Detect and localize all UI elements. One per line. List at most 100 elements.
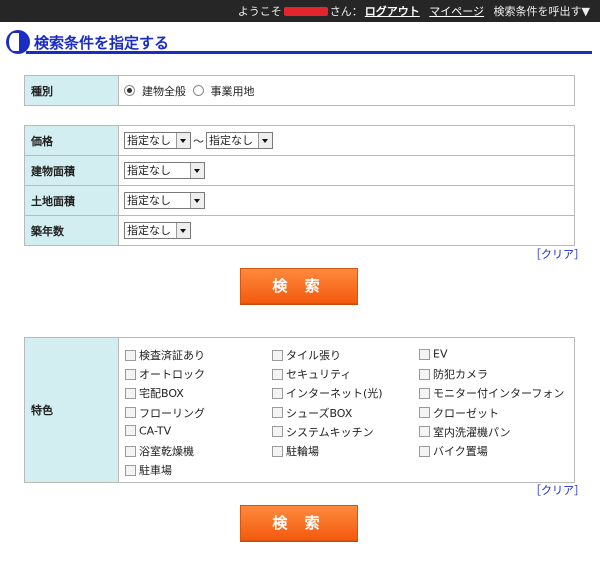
search-button-bottom[interactable]: 検 索	[240, 505, 358, 541]
feature-item[interactable]: モニター付インターフォン	[419, 385, 564, 401]
land-area-row: 土地面積 指定なし	[24, 185, 575, 216]
price-from-select[interactable]: 指定なし	[124, 132, 191, 149]
feature-item[interactable]: EV	[419, 347, 447, 361]
feature-item[interactable]: クローゼット	[419, 405, 499, 421]
feature-item[interactable]: 浴室乾燥機	[125, 443, 194, 459]
feature-checkbox[interactable]	[419, 445, 430, 457]
feature-label: セキュリティ	[286, 368, 352, 382]
type-table: 種別 建物全般 事業用地	[24, 75, 575, 106]
feature-label: 防犯カメラ	[433, 368, 488, 382]
price-to-select[interactable]: 指定なし	[206, 132, 273, 149]
chevron-down-icon	[176, 133, 190, 148]
feature-checkbox[interactable]	[272, 387, 283, 399]
building-area-row: 建物面積 指定なし	[24, 155, 575, 186]
clear-features-link[interactable]: クリア	[541, 484, 574, 497]
welcome-text: ようこそ	[237, 5, 282, 18]
clear-features: ［クリア］	[530, 482, 585, 498]
feature-checkbox[interactable]	[125, 368, 136, 380]
feature-label: 検査済証あり	[139, 349, 205, 362]
logout-link[interactable]: ログアウト	[365, 3, 420, 19]
feature-label: システムキッチン	[286, 425, 374, 439]
chevron-down-icon	[190, 193, 204, 208]
feature-item[interactable]: 駐車場	[125, 462, 172, 478]
clear-conditions: ［クリア］	[530, 246, 585, 262]
building-area-select[interactable]: 指定なし	[124, 162, 205, 179]
clear-conditions-link[interactable]: クリア	[541, 248, 574, 261]
land-area-select[interactable]: 指定なし	[124, 192, 205, 209]
feature-label: シューズBOX	[286, 406, 353, 420]
user-menu: ようこそ さん： ログアウト マイページ 検索条件を呼出す▼	[238, 3, 590, 19]
top-bar: ようこそ さん： ログアウト マイページ 検索条件を呼出す▼	[0, 0, 600, 22]
features-label: 特色	[24, 337, 119, 483]
feature-checkbox[interactable]	[419, 348, 430, 360]
chevron-down-icon	[176, 223, 190, 238]
feature-checkbox[interactable]	[125, 407, 136, 419]
feature-checkbox[interactable]	[419, 387, 430, 399]
feature-item[interactable]: タイル張り	[272, 347, 341, 363]
clear-bracket-open: ［	[530, 248, 541, 261]
search-button[interactable]: 検 索	[240, 268, 358, 304]
conditions-table: 価格 指定なし ～ 指定なし 建物面積 指定なし 土地面積 指定なし 築年数 指定な…	[24, 125, 575, 246]
feature-item[interactable]: インターネット(光)	[272, 385, 383, 401]
type-label: 種別	[24, 75, 119, 106]
feature-item[interactable]: 室内洗濯機パン	[419, 424, 511, 440]
age-row: 築年数 指定なし	[24, 215, 575, 246]
age-select[interactable]: 指定なし	[124, 222, 191, 239]
feature-checkbox[interactable]	[125, 349, 136, 361]
chevron-down-icon	[258, 133, 272, 148]
type-radio-building[interactable]	[124, 85, 135, 96]
feature-label: オートロック	[139, 368, 205, 382]
feature-checkbox[interactable]	[272, 349, 283, 361]
feature-item[interactable]: 防犯カメラ	[419, 366, 488, 382]
feature-checkbox[interactable]	[125, 387, 136, 399]
feature-item[interactable]: シューズBOX	[272, 405, 352, 421]
type-radio-building-label: 建物全般	[142, 84, 186, 98]
type-radio-business-land-label: 事業用地	[210, 84, 255, 98]
feature-item[interactable]: フローリング	[125, 405, 205, 421]
feature-item[interactable]: オートロック	[125, 366, 205, 382]
feature-checkbox[interactable]	[419, 407, 430, 419]
welcome-suffix: さん：	[329, 5, 363, 18]
feature-checkbox[interactable]	[125, 425, 136, 437]
feature-label: 駐車場	[139, 464, 172, 478]
building-area-label: 建物面積	[24, 155, 119, 186]
age-value: 指定なし	[127, 224, 171, 237]
feature-checkbox[interactable]	[272, 445, 283, 457]
recall-conditions-menu[interactable]: 検索条件を呼出す▼	[494, 3, 590, 19]
feature-label: 室内洗濯機パン	[433, 425, 511, 439]
land-area-label: 土地面積	[24, 185, 119, 216]
clear-bracket-close: ］	[574, 248, 585, 261]
feature-label: 宅配BOX	[139, 387, 184, 401]
feature-checkbox[interactable]	[272, 426, 283, 438]
feature-checkbox[interactable]	[125, 445, 136, 457]
feature-item[interactable]: 宅配BOX	[125, 385, 184, 401]
clear-bracket-open: ［	[530, 484, 541, 497]
feature-checkbox[interactable]	[125, 464, 136, 476]
feature-item[interactable]: CA-TV	[125, 424, 171, 437]
feature-label: 駐輪場	[286, 445, 319, 458]
title-bullet-icon	[6, 30, 30, 54]
feature-checkbox[interactable]	[419, 368, 430, 380]
feature-checkbox[interactable]	[272, 407, 283, 419]
feature-item[interactable]: 検査済証あり	[125, 347, 205, 363]
redacted-username	[283, 6, 328, 16]
type-radio-business-land[interactable]	[192, 85, 204, 96]
feature-item[interactable]: システムキッチン	[272, 424, 374, 440]
building-area-value: 指定なし	[127, 164, 171, 177]
price-from-value: 指定なし	[127, 134, 171, 147]
feature-label: インターネット(光)	[286, 387, 383, 401]
land-area-value: 指定なし	[127, 194, 171, 207]
feature-item[interactable]: バイク置場	[419, 443, 488, 459]
features-options: 検査済証あり タイル張り EV オートロック セキュリティ 防犯カメラ宅配BOX インターネ…	[118, 337, 575, 483]
mypage-link[interactable]: マイページ	[429, 3, 484, 19]
feature-label: クローゼット	[433, 406, 499, 420]
feature-item[interactable]: セキュリティ	[272, 366, 351, 382]
feature-item[interactable]: 駐輪場	[272, 443, 319, 459]
feature-checkbox[interactable]	[419, 426, 430, 438]
feature-label: タイル張り	[286, 349, 341, 362]
section-header: 検索条件を指定する	[6, 29, 592, 55]
feature-checkbox[interactable]	[272, 368, 283, 380]
price-separator: ～	[193, 134, 204, 148]
feature-label: モニター付インターフォン	[433, 387, 565, 401]
feature-label: 浴室乾燥機	[139, 445, 194, 458]
